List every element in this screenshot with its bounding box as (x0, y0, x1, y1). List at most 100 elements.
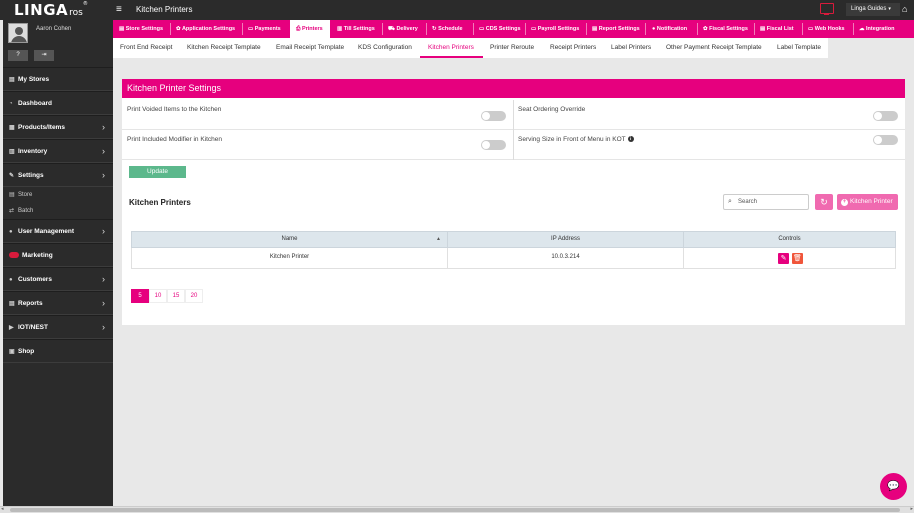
sort-asc-icon[interactable]: ▲ (436, 232, 441, 247)
menu-divider (853, 23, 854, 35)
table-header: Name ▲ IP Address Controls (131, 231, 896, 248)
column-header-name[interactable]: Name ▲ (132, 232, 448, 247)
menu-divider (525, 23, 526, 35)
column-header-ip[interactable]: IP Address (448, 232, 684, 247)
search-input[interactable]: ⌕ Search (723, 194, 809, 210)
menu-divider (697, 23, 698, 35)
print-voided-toggle[interactable] (481, 111, 506, 121)
delete-icon[interactable]: 🗑 (792, 253, 803, 264)
printer-ip-cell: 10.0.3.214 (448, 248, 684, 268)
hamburger-menu-icon[interactable]: ≡ (116, 4, 122, 15)
menu-integration[interactable]: ☁ Integration (859, 20, 894, 38)
menu-printers[interactable]: ⎙ Printers (290, 20, 330, 38)
horizontal-scrollbar[interactable]: ◂ ▸ (0, 506, 914, 513)
linga-guides-dropdown[interactable]: Linga Guides ▾ (846, 3, 900, 16)
printer-name-cell: Kitchen Printer (132, 248, 448, 268)
menu-label: Report Settings (598, 26, 640, 32)
sidebar-item-inventory[interactable]: ▥ Inventory › (3, 139, 113, 163)
home-icon[interactable]: ⌂ (902, 4, 907, 14)
menu-divider (645, 23, 646, 35)
menu-label: Integration (866, 26, 895, 32)
menu-payroll-settings[interactable]: ▭ Payroll Settings (531, 20, 579, 38)
gear-icon: ✿ (703, 26, 708, 32)
sidebar-item-iot-nest[interactable]: ▶ IOT/NEST › (3, 315, 113, 339)
sidebar-item-store[interactable]: ▤ Store (3, 187, 113, 203)
info-icon[interactable]: i (627, 136, 634, 143)
menu-payments[interactable]: ▭ Payments (248, 20, 281, 38)
sidebar-item-customers[interactable]: ● Customers › (3, 267, 113, 291)
chat-icon[interactable]: 💬 (880, 473, 907, 500)
monitor-icon[interactable] (820, 3, 834, 15)
scrollbar-thumb[interactable] (10, 508, 900, 512)
page-size-10[interactable]: 10 (149, 289, 167, 303)
menu-schedule[interactable]: ↻ Schedule (432, 20, 463, 38)
scroll-left-icon[interactable]: ◂ (1, 506, 4, 512)
update-button[interactable]: Update (129, 166, 186, 178)
tab-kds-configuration[interactable]: KDS Configuration (358, 38, 412, 58)
inventory-icon: ▥ (9, 149, 15, 155)
help-button[interactable]: ? (8, 50, 28, 61)
menu-application-settings[interactable]: ✿ Application Settings (176, 20, 235, 38)
refresh-button[interactable]: ↻ (815, 194, 833, 210)
linga-guides-label: Linga Guides (851, 6, 887, 12)
sidebar-item-marketing[interactable]: Marketing (3, 243, 113, 267)
seat-override-toggle[interactable] (873, 111, 898, 121)
menu-fiscal-list[interactable]: ▤ Fiscal List (760, 20, 794, 38)
page-size-20[interactable]: 20 (185, 289, 203, 303)
notification-icon: ● (652, 26, 656, 32)
menu-notification[interactable]: ● Notification (652, 20, 687, 38)
tab-other-payment-receipt-template[interactable]: Other Payment Receipt Template (666, 38, 762, 58)
menu-cds-settings[interactable]: ▭ CDS Settings (479, 20, 521, 38)
logo-reg: ® (82, 1, 88, 7)
chevron-right-icon: › (102, 170, 105, 180)
chevron-right-icon: › (102, 274, 105, 284)
avatar (8, 23, 28, 43)
printer-sub-tabs: Front End Receipt Kitchen Receipt Templa… (113, 38, 828, 58)
linga-logo[interactable]: LINGAros® (14, 1, 110, 19)
tab-label-template[interactable]: Label Template (777, 38, 821, 58)
menu-delivery[interactable]: ⛟ Delivery (388, 20, 418, 38)
sidebar-item-user-management[interactable]: ● User Management › (3, 219, 113, 243)
page-size-5[interactable]: 5 (131, 289, 149, 303)
logout-button[interactable]: ⇥ (34, 50, 54, 61)
scroll-right-icon[interactable]: ▸ (910, 506, 913, 512)
menu-divider (382, 23, 383, 35)
search-icon: ⌕ (728, 198, 732, 205)
sidebar-item-settings[interactable]: ✎ Settings › (3, 163, 113, 187)
menu-till-settings[interactable]: ▥ Till Settings (337, 20, 375, 38)
page-size-15[interactable]: 15 (167, 289, 185, 303)
sidebar-item-dashboard[interactable]: ◔ Dashboard (3, 91, 113, 115)
menu-divider (754, 23, 755, 35)
tab-kitchen-printers[interactable]: Kitchen Printers (420, 38, 483, 58)
menu-label: Till Settings (343, 26, 375, 32)
menu-store-settings[interactable]: ▤ Store Settings (119, 20, 163, 38)
menu-report-settings[interactable]: ▤ Report Settings (592, 20, 640, 38)
menu-web-hooks[interactable]: ▭ Web Hooks (808, 20, 845, 38)
menu-label: Store Settings (125, 26, 164, 32)
sidebar-item-reports[interactable]: ▤ Reports › (3, 291, 113, 315)
sidebar-item-products[interactable]: ▦ Products/Items › (3, 115, 113, 139)
menu-fiscal-settings[interactable]: ✿ Fiscal Settings (703, 20, 748, 38)
sidebar-item-shop[interactable]: ▣ Shop (3, 339, 113, 363)
print-modifier-toggle[interactable] (481, 140, 506, 150)
tab-front-end-receipt[interactable]: Front End Receipt (120, 38, 172, 58)
table-row[interactable]: Kitchen Printer 10.0.3.214 ✎ 🗑 (131, 248, 896, 269)
top-bar: LINGAros® ≡ Kitchen Printers Linga Guide… (0, 0, 914, 20)
sidebar-item-label: Inventory (18, 148, 48, 155)
add-kitchen-printer-button[interactable]: + Kitchen Printer (837, 194, 898, 210)
tab-kitchen-receipt-template[interactable]: Kitchen Receipt Template (187, 38, 261, 58)
sidebar-item-batch[interactable]: ⇄ Batch (3, 203, 113, 219)
username: Aaron Cohen (36, 26, 72, 32)
settings-divider (513, 100, 514, 160)
serving-size-toggle[interactable] (873, 135, 898, 145)
webhook-icon: ▭ (808, 26, 814, 32)
store-icon: ▤ (119, 26, 125, 32)
tab-printer-reroute[interactable]: Printer Reroute (490, 38, 534, 58)
tab-email-receipt-template[interactable]: Email Receipt Template (276, 38, 344, 58)
menu-label: Payments (254, 26, 281, 32)
tab-receipt-printers[interactable]: Receipt Printers (550, 38, 596, 58)
edit-icon[interactable]: ✎ (778, 253, 789, 264)
tab-label-printers[interactable]: Label Printers (611, 38, 651, 58)
menu-divider (802, 23, 803, 35)
sidebar-item-my-stores[interactable]: ▤ My Stores (3, 67, 113, 91)
